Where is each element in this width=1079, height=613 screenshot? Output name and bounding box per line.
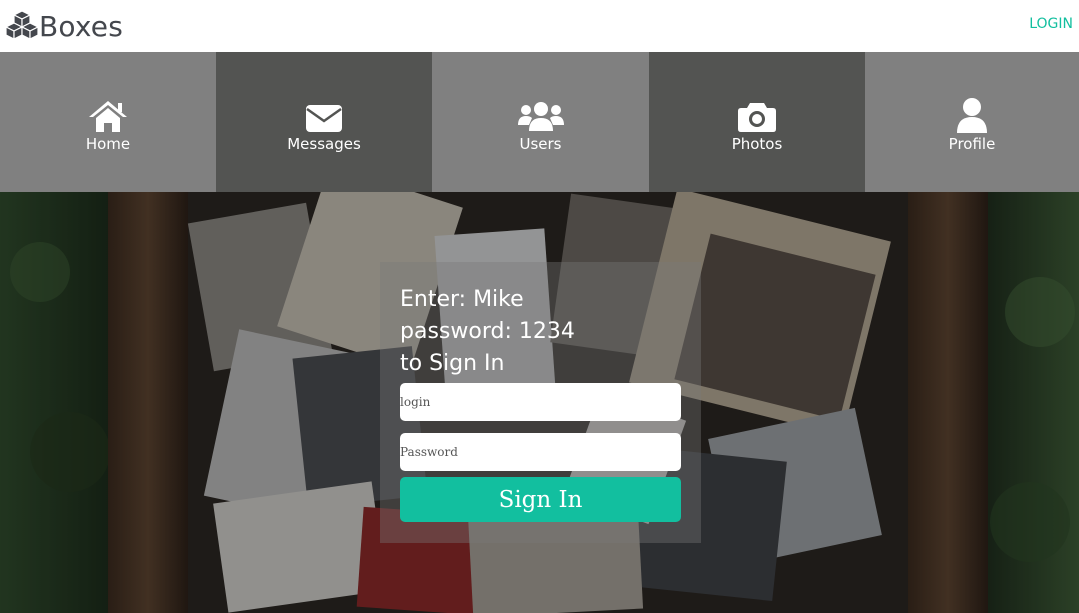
camera-icon	[737, 97, 777, 133]
envelope-icon	[305, 97, 343, 133]
users-icon	[517, 97, 565, 133]
login-input[interactable]	[400, 383, 681, 421]
sign-in-button[interactable]: Sign In	[400, 477, 681, 522]
logo[interactable]: Boxes	[5, 8, 123, 44]
nav-label-photos: Photos	[731, 135, 783, 153]
nav-item-profile[interactable]: Profile	[865, 52, 1079, 192]
nav-item-photos[interactable]: Photos	[649, 52, 865, 192]
logo-text: Boxes	[39, 9, 124, 43]
top-header: Boxes LOGIN	[0, 0, 1079, 52]
cubes-icon	[5, 10, 39, 40]
nav-label-messages: Messages	[287, 135, 361, 153]
login-link[interactable]: LOGIN	[1029, 16, 1073, 32]
home-icon	[87, 97, 129, 133]
main-nav: Home Messages Users Photos Profile	[0, 52, 1079, 192]
nav-item-users[interactable]: Users	[432, 52, 649, 192]
nav-label-home: Home	[85, 135, 131, 153]
password-input[interactable]	[400, 433, 681, 471]
nav-item-home[interactable]: Home	[0, 52, 216, 192]
nav-label-users: Users	[519, 135, 562, 153]
user-icon	[955, 97, 989, 133]
nav-item-messages[interactable]: Messages	[216, 52, 432, 192]
nav-label-profile: Profile	[948, 135, 996, 153]
login-instructions: Enter: Mike password: 1234 to Sign In	[400, 287, 575, 376]
